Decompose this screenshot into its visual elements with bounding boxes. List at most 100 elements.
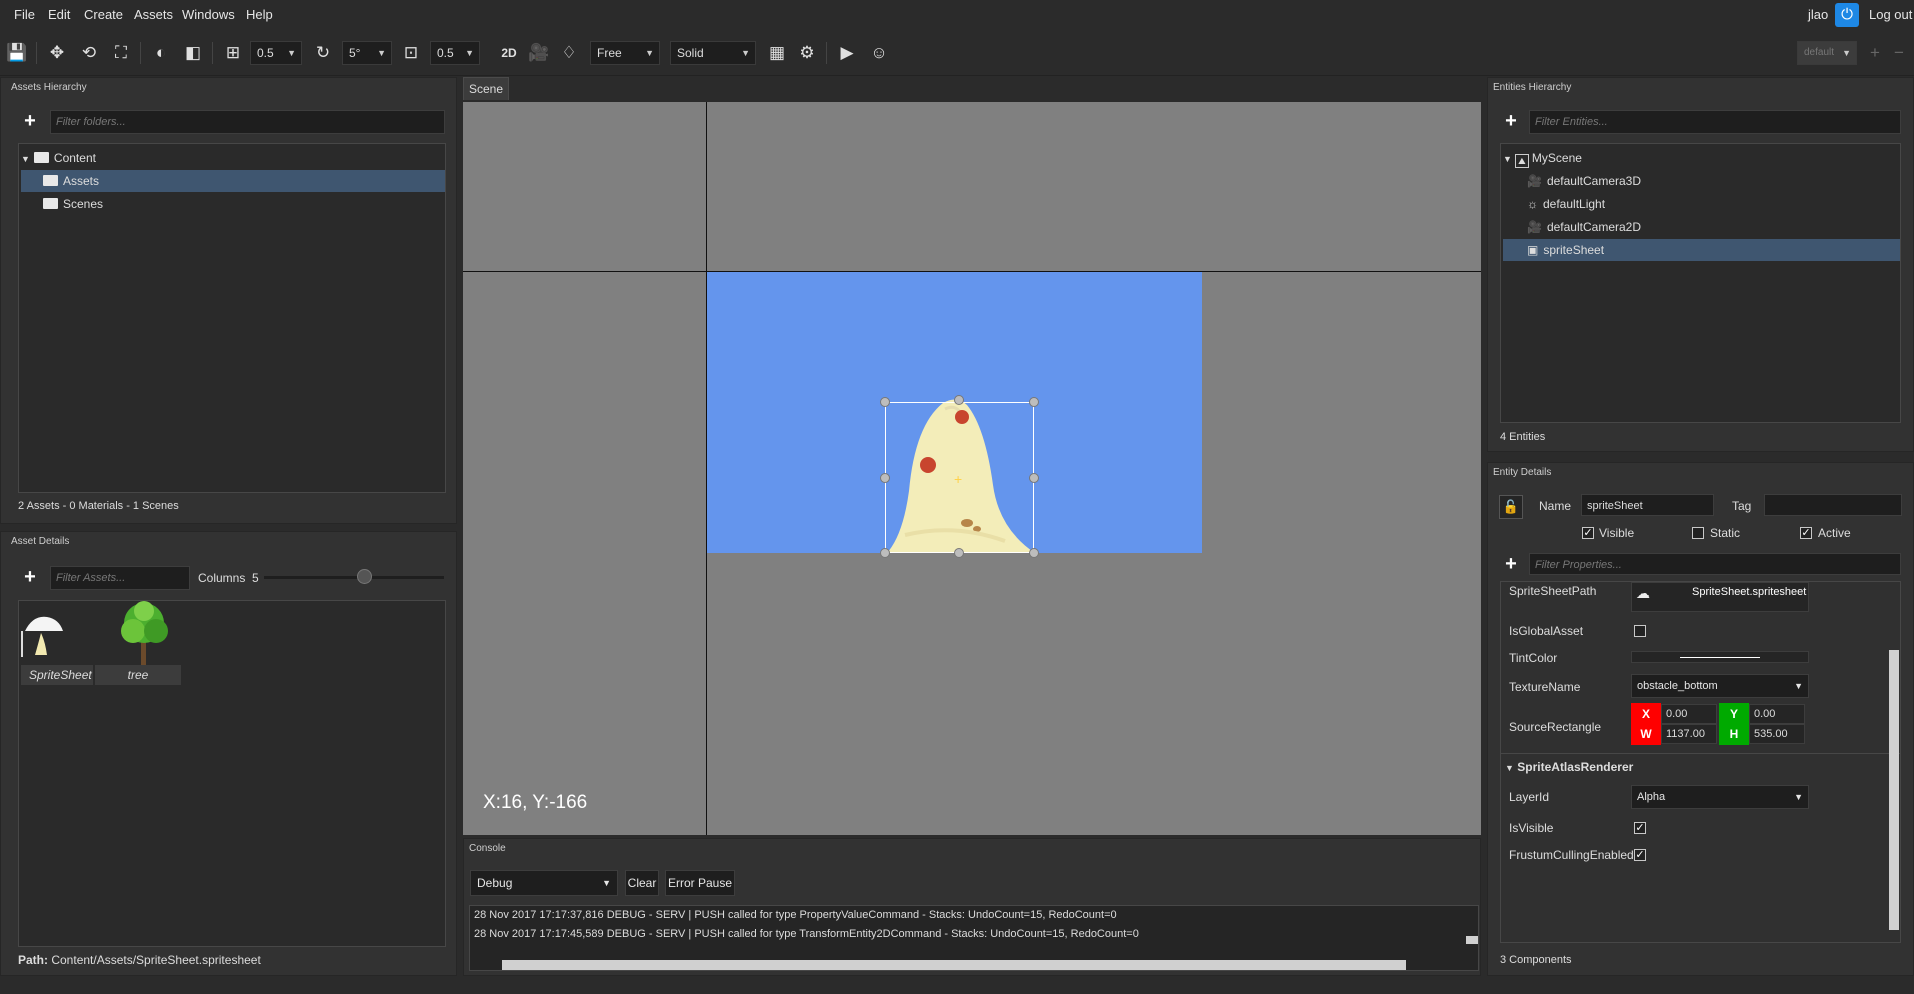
resize-handle[interactable] (954, 548, 964, 558)
rotate-snap-dropdown[interactable]: 5° ▼ (342, 41, 392, 65)
console-panel: Console Debug ▼ Clear Error Pause 28 Nov … (463, 838, 1481, 976)
translate-snap-dropdown[interactable]: 0.5 ▼ (250, 41, 302, 65)
tab-scene[interactable]: Scene (463, 77, 509, 100)
y-input[interactable]: 0.00 (1749, 704, 1805, 724)
settings-icon[interactable]: ⚙ (794, 40, 820, 66)
menu-file[interactable]: File (14, 7, 35, 22)
active-label: Active (1818, 526, 1851, 540)
scale-snap-dropdown[interactable]: 0.5 ▼ (430, 41, 480, 65)
active-checkbox[interactable]: ✓ (1800, 527, 1812, 539)
clear-button[interactable]: Clear (625, 870, 659, 896)
visible-checkbox[interactable]: ✓ (1582, 527, 1594, 539)
h-input[interactable]: 535.00 (1749, 724, 1805, 744)
pivot-icon[interactable]: + (954, 471, 962, 487)
pivot-icon[interactable]: ◧ (180, 40, 206, 66)
profiler-icon[interactable]: ☺ (866, 40, 892, 66)
panel-title: Console (469, 843, 506, 854)
log-level-dropdown[interactable]: Debug ▼ (470, 870, 618, 896)
play-icon[interactable]: ▶ (834, 40, 860, 66)
camera-mode-dropdown[interactable]: Free ▼ (590, 41, 660, 65)
vertical-scrollbar[interactable] (1466, 936, 1478, 944)
asset-tile-tree[interactable]: tree (95, 601, 181, 687)
asset-tile-spritesheet[interactable]: SpriteSheet (21, 605, 93, 687)
rotate-icon[interactable]: ⟲ (76, 40, 102, 66)
axis-line-horizontal (463, 271, 1481, 272)
resize-handle[interactable] (880, 473, 890, 483)
filter-properties-input[interactable]: Filter Properties... (1529, 553, 1901, 575)
layer-dropdown[interactable]: Alpha ▼ (1631, 785, 1809, 809)
texture-dropdown[interactable]: obstacle_bottom ▼ (1631, 674, 1809, 698)
save-icon[interactable]: 💾 (4, 40, 30, 66)
rotate-snap-icon[interactable]: ↻ (310, 40, 336, 66)
menu-edit[interactable]: Edit (48, 7, 70, 22)
is-global-checkbox[interactable] (1634, 625, 1646, 637)
assets-hierarchy-panel: Assets Hierarchy + Filter folders... ▼ Co… (0, 77, 457, 524)
properties-scrollbar[interactable] (1889, 650, 1899, 930)
add-entity-icon[interactable]: + (1500, 110, 1522, 132)
log-line: 28 Nov 2017 17:17:37,816 DEBUG - SERV | … (474, 909, 1117, 921)
add-layout-icon[interactable]: + (1862, 40, 1888, 66)
w-input[interactable]: 1137.00 (1661, 724, 1717, 744)
sprite-icon: ▣ (1527, 243, 1539, 257)
scale-icon[interactable]: ⛶ (108, 40, 134, 66)
panel-title: Asset Details (11, 536, 70, 547)
scale-snap-icon[interactable]: ⊡ (398, 40, 424, 66)
resize-handle[interactable] (1029, 473, 1039, 483)
mode-2d-button[interactable]: 2D (494, 40, 524, 66)
frustum-checkbox[interactable]: ✓ (1634, 849, 1646, 861)
add-folder-icon[interactable]: + (19, 110, 41, 132)
scene-viewport[interactable]: + X:16, Y:-166 (463, 102, 1481, 835)
render-mode-dropdown[interactable]: Solid ▼ (670, 41, 756, 65)
entity-item-myscene[interactable]: ▼ ⛰ MyScene (1503, 147, 1900, 169)
resize-handle[interactable] (1029, 397, 1039, 407)
add-asset-icon[interactable]: + (19, 566, 41, 588)
spritesheet-path-field[interactable]: ☁ SpriteSheet.spritesheet (1631, 582, 1809, 612)
grid-icon[interactable]: ▦ (764, 40, 790, 66)
columns-slider-track[interactable] (264, 576, 444, 579)
power-icon[interactable]: ⏻ (1835, 3, 1859, 27)
error-pause-button[interactable]: Error Pause (665, 870, 735, 896)
columns-slider-thumb[interactable] (357, 569, 372, 584)
resize-handle[interactable] (880, 397, 890, 407)
filter-folders-input[interactable]: Filter folders... (50, 110, 445, 134)
name-input[interactable]: spriteSheet (1581, 494, 1714, 516)
filter-assets-input[interactable]: Filter Assets... (50, 566, 190, 590)
chevron-down-icon: ▼ (377, 48, 386, 58)
gizmo-icon[interactable]: ♢ (556, 40, 582, 66)
menu-windows[interactable]: Windows (182, 7, 235, 22)
tint-color-field[interactable] (1631, 651, 1809, 663)
x-input[interactable]: 0.00 (1661, 704, 1717, 724)
menu-assets[interactable]: Assets (134, 7, 173, 22)
is-visible-checkbox[interactable]: ✓ (1634, 822, 1646, 834)
camera-icon[interactable]: 🎥 (526, 40, 552, 66)
lock-icon[interactable]: 🔓 (1499, 495, 1523, 519)
resize-handle[interactable] (880, 548, 890, 558)
menu-help[interactable]: Help (246, 7, 273, 22)
resize-handle[interactable] (1029, 548, 1039, 558)
rotate-handle[interactable] (954, 395, 964, 405)
remove-layout-icon[interactable]: − (1886, 40, 1912, 66)
folder-icon (43, 175, 58, 186)
horizontal-scrollbar[interactable] (502, 960, 1406, 970)
global-local-icon[interactable]: ◐ (148, 40, 174, 66)
asset-name: tree (95, 665, 181, 685)
tree-item-scenes[interactable]: Scenes (21, 193, 445, 215)
sprite-atlas-renderer-header[interactable]: ▼ SpriteAtlasRenderer (1505, 760, 1633, 774)
entities-hierarchy-panel: Entities Hierarchy + Filter Entities... … (1487, 77, 1914, 452)
logout-button[interactable]: Log out (1869, 7, 1912, 22)
add-component-icon[interactable]: + (1500, 553, 1522, 575)
filter-entities-input[interactable]: Filter Entities... (1529, 110, 1901, 134)
move-icon[interactable]: ✥ (44, 40, 70, 66)
entity-item[interactable]: 🎥 defaultCamera3D (1503, 170, 1900, 192)
chevron-down-icon: ▼ (1794, 792, 1803, 802)
static-checkbox[interactable] (1692, 527, 1704, 539)
entity-item[interactable]: 🎥 defaultCamera2D (1503, 216, 1900, 238)
tag-input[interactable] (1764, 494, 1902, 516)
menu-create[interactable]: Create (84, 7, 123, 22)
translate-snap-icon[interactable]: ⊞ (220, 40, 246, 66)
tree-item-content[interactable]: ▼ Content (21, 147, 445, 169)
entity-item[interactable]: ▣ spriteSheet (1503, 239, 1900, 261)
layout-dropdown[interactable]: default ▼ (1797, 41, 1857, 65)
tree-item-assets[interactable]: Assets (21, 170, 445, 192)
entity-item[interactable]: ☼ defaultLight (1503, 193, 1900, 215)
